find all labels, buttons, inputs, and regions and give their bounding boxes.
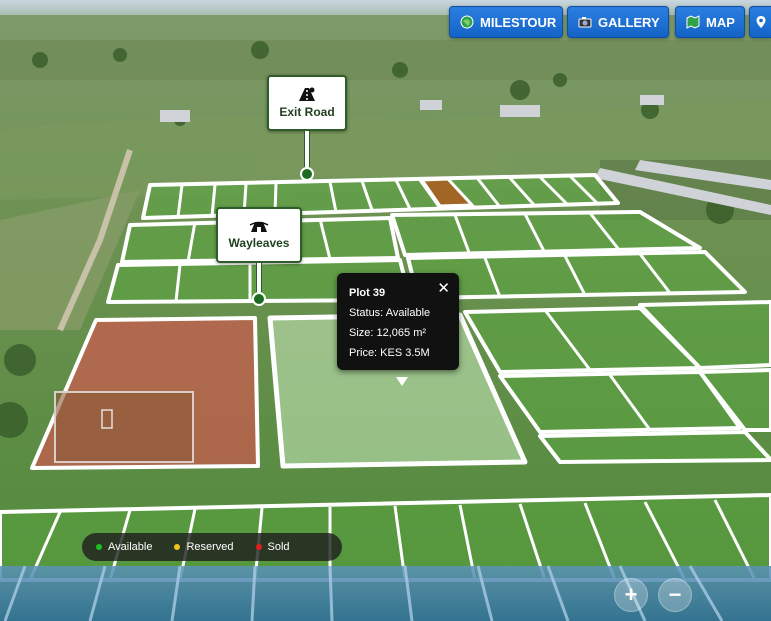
road-sign-icon xyxy=(299,87,315,101)
plot-status: Status: Available xyxy=(349,307,431,319)
map-label: MAP xyxy=(706,14,735,30)
exit-road-marker[interactable]: Exit Road xyxy=(267,75,347,181)
gallery-label: GALLERY xyxy=(598,14,660,30)
zoom-in-button[interactable]: + xyxy=(614,578,648,612)
map-button[interactable]: MAP xyxy=(675,6,745,38)
globe-icon xyxy=(460,15,474,29)
marker-pin xyxy=(252,292,266,306)
legend-item-reserved: Reserved xyxy=(174,541,234,553)
location-button[interactable] xyxy=(749,6,771,38)
legend-swatch xyxy=(96,544,102,550)
close-icon[interactable]: ✕ xyxy=(437,279,450,299)
marker-stem xyxy=(304,131,310,167)
marker-pin xyxy=(300,167,314,181)
exit-road-label: Exit Road xyxy=(279,105,335,119)
plot-title: Plot 39 xyxy=(349,287,386,299)
wayleaves-label: Wayleaves xyxy=(228,236,290,250)
legend-label: Available xyxy=(108,541,153,553)
milestour-label: MILESTOUR xyxy=(480,14,557,30)
marker-stem xyxy=(256,263,262,292)
power-line-icon xyxy=(249,221,269,232)
status-legend: Available Reserved Sold xyxy=(82,533,342,561)
location-pin-icon xyxy=(754,15,768,29)
legend-item-sold: Sold xyxy=(255,541,290,553)
legend-swatch xyxy=(174,544,181,550)
plot-size: Size: 12,065 m² xyxy=(349,327,427,339)
gallery-button[interactable]: GALLERY xyxy=(567,6,669,38)
camera-icon xyxy=(578,15,592,29)
legend-label: Reserved xyxy=(186,541,234,553)
wayleaves-marker[interactable]: Wayleaves xyxy=(216,207,302,306)
legend-item-available: Available xyxy=(96,541,152,553)
tooltip-pointer xyxy=(396,377,408,386)
plot-info-tooltip: Plot 39 Status: Available Size: 12,065 m… xyxy=(337,273,459,386)
legend-label: Sold xyxy=(267,541,290,553)
sold-plot-enclosure xyxy=(54,391,194,463)
plot-price: Price: KES 3.5M xyxy=(349,347,430,359)
map-icon xyxy=(686,15,700,29)
zoom-out-button[interactable]: − xyxy=(658,578,692,612)
milestour-button[interactable]: MILESTOUR xyxy=(449,6,563,38)
legend-swatch xyxy=(255,544,262,550)
water-band xyxy=(0,566,771,621)
